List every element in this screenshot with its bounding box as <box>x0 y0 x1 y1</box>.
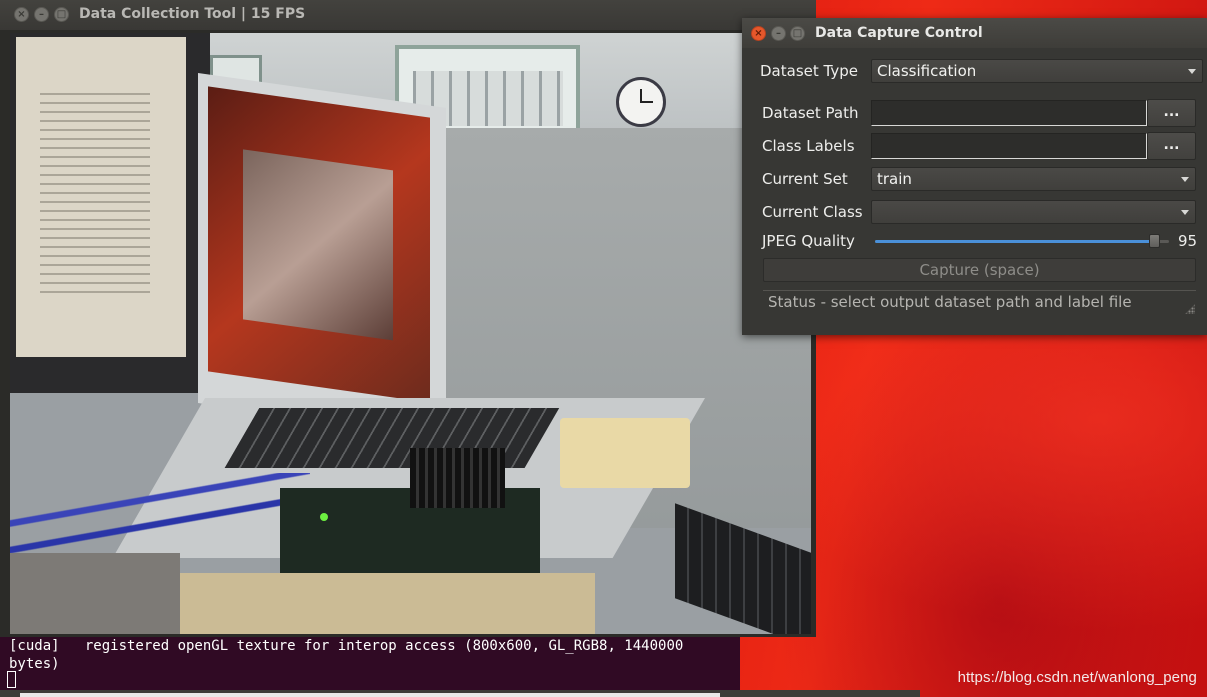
jpeg-quality-slider-handle[interactable] <box>1149 234 1161 248</box>
dataset-path-input[interactable] <box>871 100 1147 126</box>
status-text: Status - select output dataset path and … <box>768 293 1132 311</box>
terminal-output: [cuda] registered openGL texture for int… <box>9 638 692 672</box>
camera-dev-board <box>280 448 540 578</box>
camera-tissue-box <box>560 418 690 488</box>
class-labels-browse-button[interactable]: ... <box>1147 132 1196 160</box>
data-capture-control-window[interactable]: × – □ Data Capture Control Dataset Type … <box>742 18 1207 335</box>
jpeg-quality-slider-fill <box>875 240 1155 243</box>
class-labels-label: Class Labels <box>762 137 855 155</box>
main-maximize-icon[interactable]: □ <box>54 7 69 22</box>
main-close-icon[interactable]: × <box>14 7 29 22</box>
class-labels-input[interactable] <box>871 133 1147 159</box>
camera-monitor <box>10 33 210 393</box>
status-divider <box>763 290 1196 291</box>
control-window-title: Data Capture Control <box>815 25 983 41</box>
camera-cables <box>10 473 310 553</box>
dataset-type-select[interactable]: Classification <box>871 59 1203 83</box>
chevron-down-icon <box>1181 177 1189 182</box>
camera-feed <box>10 33 811 634</box>
control-close-icon[interactable]: × <box>751 26 766 41</box>
chevron-down-icon <box>1181 210 1189 215</box>
jpeg-quality-slider[interactable] <box>875 234 1169 248</box>
jpeg-quality-label: JPEG Quality <box>762 232 855 250</box>
dataset-type-label: Dataset Type <box>760 62 858 80</box>
terminal-window[interactable]: [cuda] registered openGL texture for int… <box>0 634 740 697</box>
dataset-path-label: Dataset Path <box>762 104 859 122</box>
main-window-titlebar[interactable]: × – □ Data Collection Tool | 15 FPS <box>0 0 816 30</box>
jpeg-quality-value: 95 <box>1178 232 1198 250</box>
terminal-scroll-strip <box>20 693 720 697</box>
current-set-select[interactable]: train <box>871 167 1196 191</box>
current-class-label: Current Class <box>762 203 863 221</box>
watermark-text: https://blog.csdn.net/wanlong_peng <box>957 669 1197 686</box>
current-set-label: Current Set <box>762 170 848 188</box>
control-minimize-icon[interactable]: – <box>771 26 786 41</box>
camera-cardboard-box <box>175 573 595 634</box>
control-maximize-icon[interactable]: □ <box>790 26 805 41</box>
data-collection-window[interactable]: × – □ Data Collection Tool | 15 FPS <box>0 0 816 637</box>
dataset-path-browse-button[interactable]: ... <box>1147 99 1196 127</box>
dataset-type-value: Classification <box>877 62 977 80</box>
capture-button[interactable]: Capture (space) <box>763 258 1196 282</box>
main-minimize-icon[interactable]: – <box>34 7 49 22</box>
camera-laptop-lid <box>198 73 446 438</box>
size-grip-icon[interactable] <box>1185 304 1195 314</box>
camera-desk <box>10 553 180 634</box>
chevron-down-icon <box>1188 69 1196 74</box>
terminal-cursor <box>7 671 16 688</box>
current-set-value: train <box>877 170 912 188</box>
main-window-title: Data Collection Tool | 15 FPS <box>79 6 306 22</box>
current-class-select[interactable] <box>871 200 1196 224</box>
camera-wall-clock <box>616 77 666 127</box>
control-window-titlebar[interactable]: × – □ Data Capture Control <box>742 18 1207 48</box>
